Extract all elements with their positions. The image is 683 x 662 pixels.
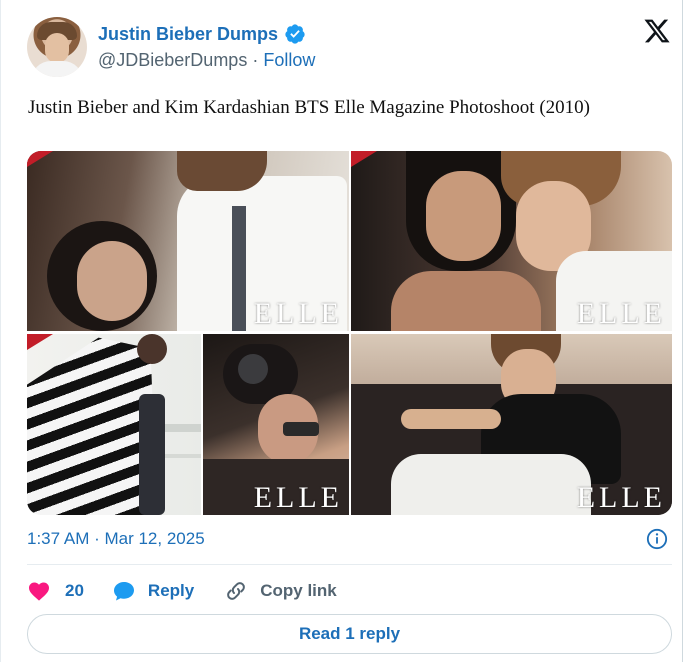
red-corner — [27, 334, 53, 350]
follow-button[interactable]: Follow — [263, 50, 315, 70]
author-name-row: Justin Bieber Dumps — [98, 23, 306, 45]
author-handle-row: @JDBieberDumps · Follow — [98, 50, 315, 71]
info-icon[interactable] — [646, 528, 668, 550]
tweet-text: Justin Bieber and Kim Kardashian BTS Ell… — [28, 97, 590, 118]
author-display-name[interactable]: Justin Bieber Dumps — [98, 24, 278, 45]
link-icon — [227, 582, 246, 600]
copy-link-label: Copy link — [260, 581, 337, 600]
media-image-1[interactable]: ELLE — [27, 151, 349, 331]
media-image-4[interactable]: ELLE — [203, 334, 349, 515]
camera-lens-shape — [238, 354, 268, 384]
media-image-2[interactable]: ELLE — [351, 151, 672, 331]
tweet-card: Justin Bieber Dumps @JDBieberDumps · Fol… — [0, 0, 683, 662]
hair-shape-2 — [177, 151, 267, 191]
elle-watermark: ELLE — [253, 481, 343, 514]
like-button[interactable]: 20 — [27, 579, 84, 603]
elle-watermark: ELLE — [576, 297, 666, 330]
shoulder-shape — [391, 271, 541, 331]
speech-bubble-icon — [113, 582, 134, 601]
hair-shape — [137, 334, 167, 364]
avatar[interactable] — [27, 17, 87, 77]
tie-shape — [232, 206, 246, 331]
copy-link-button[interactable]: Copy link — [224, 579, 337, 603]
pants-shape — [391, 454, 591, 515]
heart-icon — [29, 582, 49, 601]
media-image-3[interactable] — [27, 334, 201, 515]
action-bar: 20 Reply Copy link — [27, 576, 337, 606]
tweet-timestamp[interactable]: 1:37 AM · Mar 12, 2025 — [27, 529, 205, 549]
elle-watermark: ELLE — [253, 297, 343, 330]
red-corner — [351, 151, 377, 167]
body-shape — [139, 394, 165, 515]
reply-button[interactable]: Reply — [112, 579, 194, 603]
media-grid: ELLE ELLE ELLE ELLE — [27, 151, 672, 515]
watch-shape — [283, 422, 319, 436]
handle-separator: · — [247, 50, 264, 70]
x-logo-icon[interactable] — [643, 17, 671, 45]
elle-watermark: ELLE — [576, 481, 666, 514]
verified-badge-icon — [285, 24, 305, 44]
arm-shape — [401, 409, 501, 429]
read-replies-button[interactable]: Read 1 reply — [27, 614, 672, 654]
media-image-5[interactable]: ELLE — [351, 334, 672, 515]
striped-cardigan — [27, 337, 157, 515]
reply-label: Reply — [147, 581, 195, 600]
divider — [27, 564, 672, 565]
red-corner — [27, 151, 53, 167]
author-handle[interactable]: @JDBieberDumps — [98, 50, 247, 70]
like-count: 20 — [65, 581, 84, 600]
face-shape — [77, 241, 147, 321]
face-shape — [426, 171, 501, 261]
